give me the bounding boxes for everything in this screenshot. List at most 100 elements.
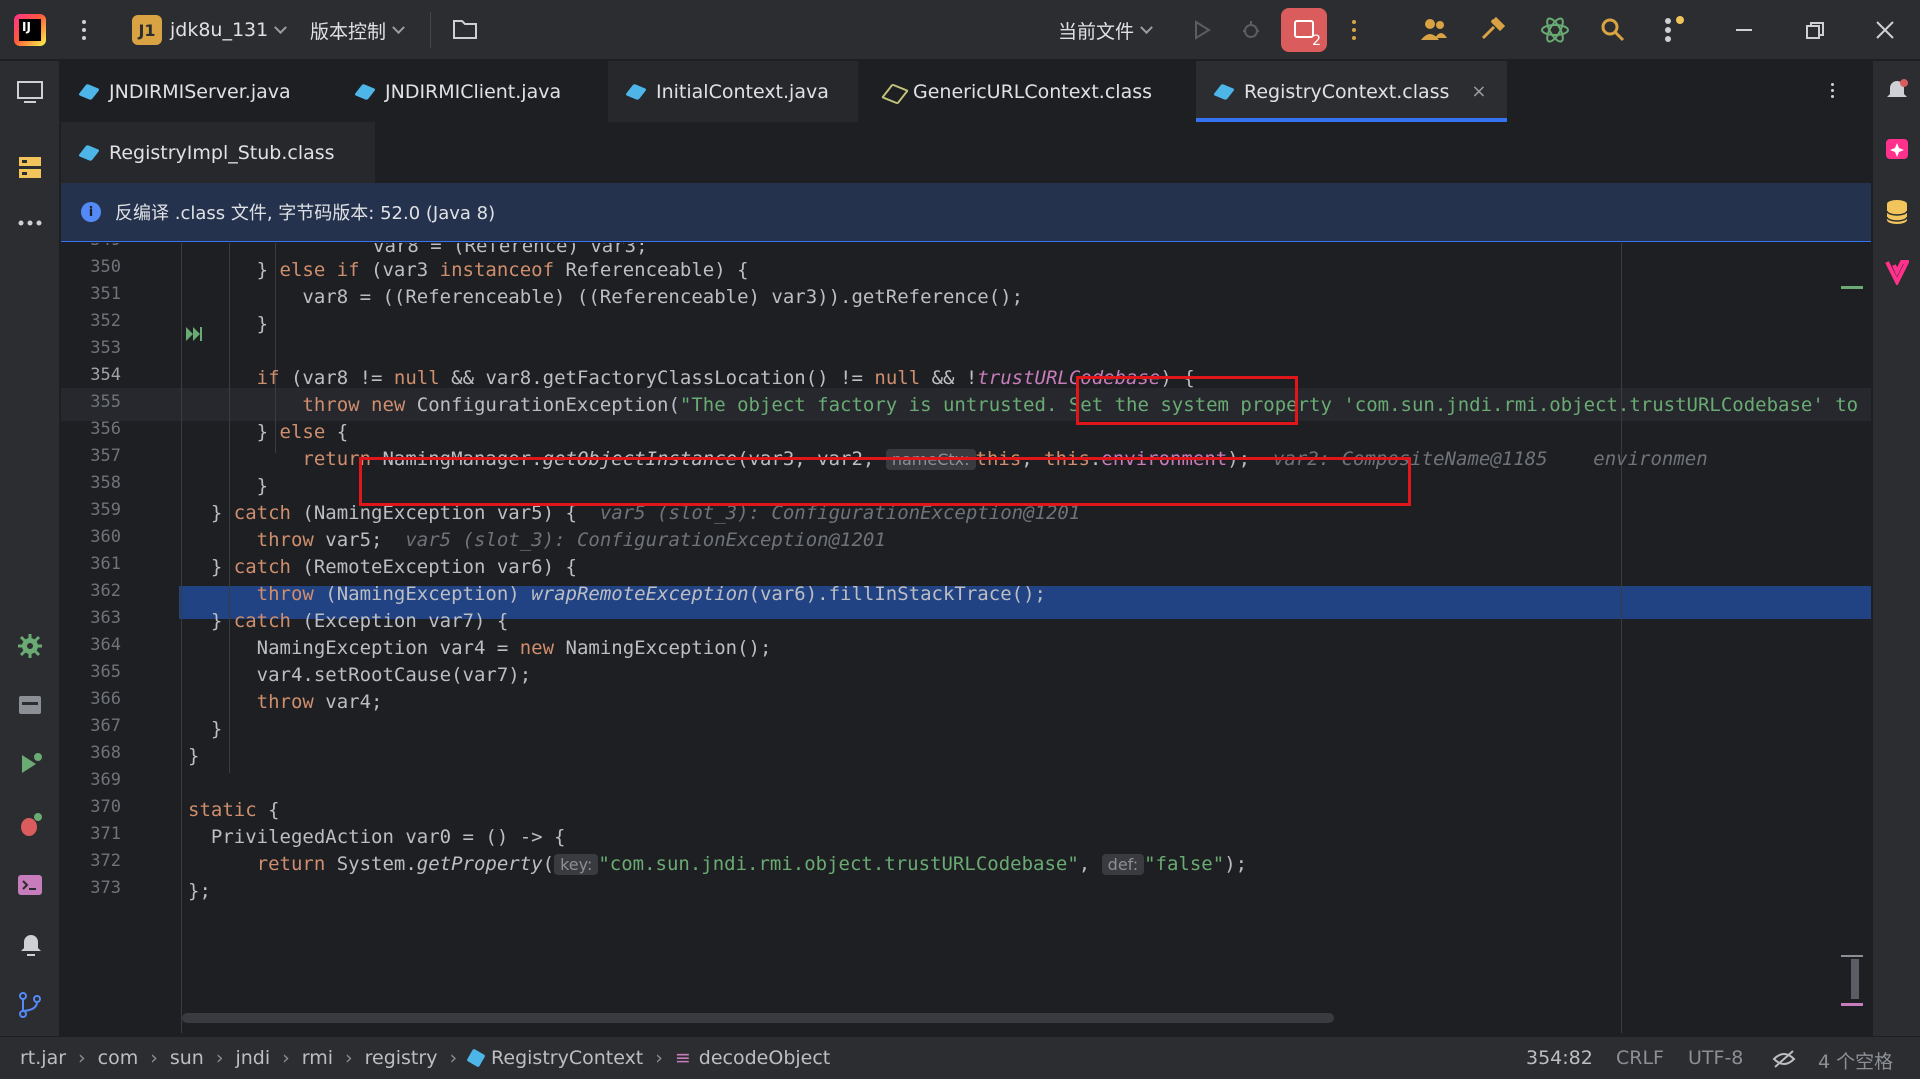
horizontal-scrollbar[interactable]	[182, 1013, 1334, 1023]
tab-initialcontext[interactable]: InitialContext.java	[608, 61, 858, 122]
build-tools-icon[interactable]	[1480, 16, 1506, 42]
database-tool-icon[interactable]	[1885, 199, 1909, 225]
code-editor[interactable]: 349 350 351 352 353 354 355 356 357 358 359 360 361…	[61, 243, 1871, 1033]
breadcrumb-item[interactable]: rt.jar	[20, 1047, 66, 1069]
line-number: 352	[90, 311, 121, 331]
run-config-selector[interactable]: 当前文件	[1058, 0, 1153, 60]
terminal-icon[interactable]	[17, 873, 43, 897]
notifications-bell-icon[interactable]	[1884, 78, 1910, 106]
tabs-menu-button[interactable]	[1831, 83, 1834, 92]
search-icon[interactable]	[1600, 17, 1626, 43]
indent-setting[interactable]: 4 个空格	[1818, 1047, 1893, 1074]
line-number: 363	[90, 608, 121, 628]
read-only-icon[interactable]	[1772, 1048, 1796, 1070]
breadcrumb-item[interactable]: rmi	[302, 1047, 333, 1069]
line-number: 350	[90, 257, 121, 277]
tab-jndirmiclient[interactable]: JNDIRMIClient.java	[337, 61, 581, 122]
line-number: 359	[90, 500, 121, 520]
title-bar: IJ J1 jdk8u_131 版本控制 当前文件 2	[0, 0, 1920, 60]
tab-label: JNDIRMIClient.java	[385, 80, 562, 103]
tab-label: GenericURLContext.class	[913, 80, 1153, 103]
line-number: 360	[90, 527, 121, 547]
breadcrumb-item[interactable]: registry	[365, 1047, 438, 1069]
breadcrumb-separator-icon: ›	[150, 1047, 158, 1069]
breadcrumb-item[interactable]: decodeObject	[699, 1047, 830, 1069]
code-with-me-icon[interactable]	[1420, 16, 1448, 42]
banner-text: 反编译 .class 文件, 字节码版本: 52.0 (Java 8)	[115, 203, 496, 224]
line-number: 371	[90, 824, 121, 844]
chevron-down-icon	[274, 20, 288, 34]
line-number: 373	[90, 878, 121, 898]
line-number: 370	[90, 797, 121, 817]
vcs-selector[interactable]: 版本控制	[310, 0, 405, 60]
line-number: 369	[90, 770, 121, 790]
run-icon[interactable]	[1192, 20, 1212, 40]
line-number: 356	[90, 419, 121, 439]
breadcrumb: rt.jar › com › sun › jndi › rmi › registry › Registr…	[20, 1047, 830, 1069]
intellij-logo-icon[interactable]: IJ	[14, 14, 46, 46]
project-name: jdk8u_131	[170, 19, 269, 41]
database-icon[interactable]	[17, 693, 43, 717]
code-line-373: };	[188, 880, 211, 902]
tab-label: InitialContext.java	[656, 80, 829, 103]
tab-registryimpl-stub[interactable]: RegistryImpl_Stub.class	[61, 122, 375, 183]
caret-position[interactable]: 354:82	[1526, 1047, 1593, 1069]
restore-icon[interactable]	[1806, 22, 1824, 40]
services-gear-icon[interactable]	[17, 633, 43, 659]
settings-updates-icon[interactable]	[1660, 14, 1688, 44]
minimize-icon[interactable]	[1736, 29, 1752, 31]
stop-button[interactable]: 2	[1281, 8, 1327, 52]
breadcrumb-separator-icon: ›	[78, 1047, 86, 1069]
project-badge: J1	[132, 15, 162, 45]
error-marker	[1841, 1003, 1863, 1006]
more-actions-button[interactable]	[1352, 0, 1356, 60]
vertical-scrollbar[interactable]	[1851, 959, 1859, 999]
line-number: 354	[90, 365, 121, 385]
debug-value-hint: var5 (slot_3): ConfigurationException@12…	[405, 529, 886, 551]
close-icon[interactable]: ×	[1471, 81, 1486, 102]
line-separator[interactable]: CRLF	[1616, 1047, 1664, 1069]
git-icon[interactable]	[17, 991, 43, 1019]
tab-label: JNDIRMIServer.java	[109, 80, 291, 103]
run-tool-icon[interactable]	[18, 751, 44, 777]
line-number: 361	[90, 554, 121, 574]
tab-registrycontext[interactable]: RegistryContext.class ×	[1196, 61, 1507, 122]
breadcrumb-item[interactable]: RegistryContext	[491, 1047, 643, 1069]
vue-tool-icon[interactable]	[1885, 259, 1909, 285]
more-tools-icon[interactable]	[18, 219, 44, 227]
main-menu-button[interactable]	[82, 0, 86, 60]
debug-tool-icon[interactable]	[17, 811, 45, 839]
line-number: 367	[90, 716, 121, 736]
line-number: 355	[90, 392, 121, 412]
more-vertical-icon	[1352, 28, 1356, 32]
debug-icon[interactable]	[1240, 19, 1262, 41]
folder-icon[interactable]	[452, 18, 478, 40]
structure-icon[interactable]	[17, 155, 43, 181]
file-encoding[interactable]: UTF-8	[1688, 1047, 1743, 1069]
line-number: 362	[90, 581, 121, 601]
breadcrumb-item[interactable]: jndi	[235, 1047, 270, 1069]
java-class-icon	[628, 84, 644, 100]
more-vertical-icon	[82, 28, 86, 32]
breadcrumb-separator-icon: ›	[215, 1047, 224, 1069]
close-window-icon[interactable]	[1876, 21, 1894, 39]
breadcrumb-item[interactable]: sun	[170, 1047, 204, 1069]
breadcrumb-separator-icon: ›	[655, 1047, 663, 1069]
tab-label: RegistryContext.class	[1244, 80, 1450, 103]
status-bar: rt.jar › com › sun › jndi › rmi › registry › Registr…	[0, 1036, 1920, 1079]
breadcrumb-separator-icon: ›	[345, 1047, 353, 1069]
line-number: 368	[90, 743, 121, 763]
notifications-problems-icon[interactable]	[17, 931, 45, 959]
tab-jndirmiserver[interactable]: JNDIRMIServer.java	[61, 61, 311, 122]
vcs-label: 版本控制	[310, 20, 387, 43]
breadcrumb-separator-icon: ›	[449, 1047, 458, 1069]
java-class-icon	[357, 84, 373, 100]
tab-label: RegistryImpl_Stub.class	[109, 141, 335, 164]
ai-chat-icon[interactable]	[1884, 137, 1910, 163]
ai-assistant-icon[interactable]	[1540, 15, 1570, 45]
tab-genericurlcontext[interactable]: GenericURLContext.class	[865, 61, 1172, 122]
project-selector[interactable]: J1 jdk8u_131	[132, 0, 288, 60]
breadcrumb-item[interactable]: com	[98, 1047, 139, 1069]
editor-tabs-row-2: RegistryImpl_Stub.class	[61, 122, 1871, 183]
project-view-icon[interactable]	[16, 80, 44, 104]
